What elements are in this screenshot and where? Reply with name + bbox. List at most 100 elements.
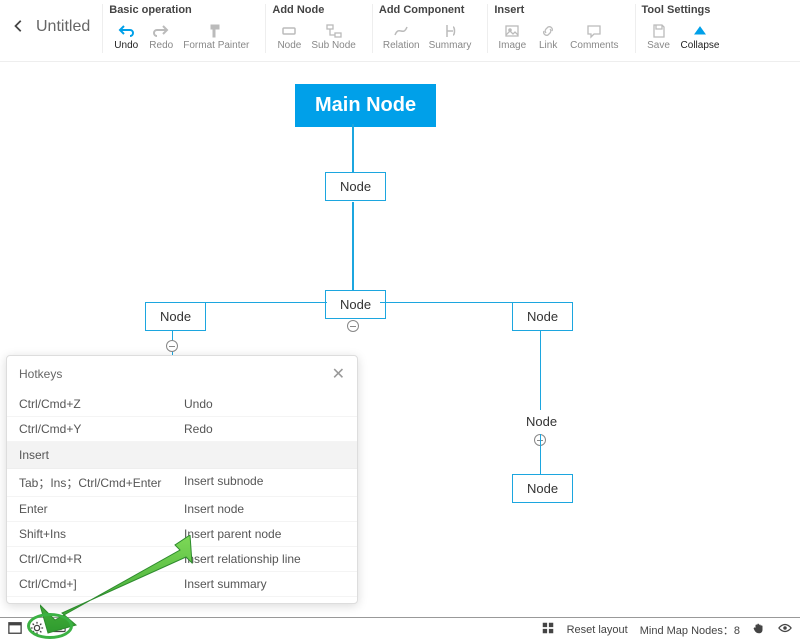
reset-layout-button[interactable]: Reset layout — [567, 624, 628, 636]
group-basic-label: Basic operation — [109, 4, 253, 20]
group-basic: Basic operation Undo Redo Format Painter — [102, 4, 259, 53]
hotkey-key: Shift+Ins — [19, 527, 184, 541]
group-tools: Tool Settings Save Collapse — [635, 4, 730, 53]
hotkey-row: Ctrl/Cmd+] Insert summary — [7, 572, 357, 597]
hotkey-key: Tab；Ins；Ctrl/Cmd+Enter — [19, 474, 184, 491]
toolbar: Untitled Basic operation Undo Redo Forma… — [0, 0, 800, 62]
undo-icon — [118, 22, 134, 40]
collapse-toggle[interactable] — [347, 320, 359, 332]
group-tools-label: Tool Settings — [642, 4, 724, 20]
hotkey-key: Ctrl/Cmd+Y — [19, 422, 184, 436]
hotkey-row: Enter Insert node — [7, 497, 357, 522]
link-icon — [540, 22, 556, 40]
subnode-icon — [326, 22, 342, 40]
redo-label: Redo — [149, 40, 173, 51]
bottom-bar: Reset layout Mind Map Nodes：8 — [0, 617, 800, 641]
hotkey-desc: Insert node — [184, 502, 244, 516]
node[interactable]: Node — [512, 302, 573, 331]
group-addcomp-label: Add Component — [379, 4, 476, 20]
hotkey-desc: Undo — [184, 397, 213, 411]
hotkey-desc: Redo — [184, 422, 213, 436]
format-painter-label: Format Painter — [183, 40, 249, 51]
hotkey-row: Ctrl/Cmd+R Insert relationship line — [7, 547, 357, 572]
nodes-label-text: Mind Map Nodes： — [640, 625, 734, 637]
group-insert: Insert Image Link Comments — [487, 4, 628, 53]
add-node-label: Node — [277, 40, 301, 51]
redo-button[interactable]: Redo — [144, 20, 178, 53]
add-subnode-label: Sub Node — [311, 40, 355, 51]
hotkey-section-insert: Insert — [7, 442, 357, 469]
hotkey-desc: Insert parent node — [184, 527, 281, 541]
title-area: Untitled — [6, 4, 96, 36]
summary-icon — [442, 22, 458, 40]
relation-button[interactable]: Relation — [379, 20, 424, 53]
hotkey-key: Ctrl/Cmd+] — [19, 577, 184, 591]
image-icon — [504, 22, 520, 40]
collapse-label: Collapse — [681, 40, 720, 51]
save-icon — [651, 22, 667, 40]
hotkey-row: Ctrl/Cmd+Z Undo — [7, 392, 357, 417]
node[interactable]: Node — [325, 172, 386, 201]
back-icon[interactable] — [12, 19, 26, 36]
hotkeys-body[interactable]: Ctrl/Cmd+Z Undo Ctrl/Cmd+Y Redo Insert T… — [7, 392, 357, 603]
summary-button[interactable]: Summary — [425, 20, 476, 53]
group-insert-label: Insert — [494, 4, 622, 20]
add-node-button[interactable]: Node — [272, 20, 306, 53]
collapse-toggle[interactable] — [166, 340, 178, 352]
hotkeys-title: Hotkeys — [19, 367, 62, 381]
redo-icon — [153, 22, 169, 40]
node-icon — [281, 22, 297, 40]
edge — [540, 330, 541, 410]
grid-icon[interactable] — [541, 621, 555, 638]
relation-icon — [393, 22, 409, 40]
relation-label: Relation — [383, 40, 420, 51]
undo-label: Undo — [114, 40, 138, 51]
nodes-count-value: 8 — [734, 625, 740, 637]
node[interactable]: Node — [325, 290, 386, 319]
hotkey-desc: Insert subnode — [184, 474, 263, 491]
group-addcomp: Add Component Relation Summary — [372, 4, 482, 53]
hotkey-row: Ctrl/Cmd+Y Redo — [7, 417, 357, 442]
highlight-circle — [27, 613, 73, 639]
hotkey-key: Ctrl/Cmd+1,2,3... — [19, 602, 184, 603]
insert-link-button[interactable]: Link — [531, 20, 565, 53]
node[interactable]: Node — [145, 302, 206, 331]
hand-icon[interactable] — [752, 621, 766, 638]
insert-link-label: Link — [539, 40, 557, 51]
collapse-icon — [692, 22, 708, 40]
node[interactable]: Node — [512, 410, 571, 433]
hotkey-key: Ctrl/Cmd+Z — [19, 397, 184, 411]
save-button[interactable]: Save — [642, 20, 676, 53]
hotkey-desc: Insert relationship line — [184, 552, 301, 566]
doc-title: Untitled — [36, 18, 90, 36]
hotkey-key: Ctrl/Cmd+R — [19, 552, 184, 566]
undo-button[interactable]: Undo — [109, 20, 143, 53]
close-icon[interactable]: ✕ — [332, 364, 345, 384]
layout-icon[interactable] — [8, 621, 22, 638]
hotkeys-panel: Hotkeys ✕ Ctrl/Cmd+Z Undo Ctrl/Cmd+Y Red… — [6, 355, 358, 604]
comment-icon — [586, 22, 602, 40]
collapse-button[interactable]: Collapse — [677, 20, 724, 53]
add-subnode-button[interactable]: Sub Node — [307, 20, 359, 53]
hotkeys-header: Hotkeys ✕ — [7, 356, 357, 392]
brush-icon — [208, 22, 224, 40]
node[interactable]: Node — [512, 474, 573, 503]
summary-label: Summary — [429, 40, 472, 51]
save-label: Save — [647, 40, 670, 51]
hotkey-desc: Insert priority icon — [184, 602, 279, 603]
insert-image-label: Image — [498, 40, 526, 51]
hotkey-desc: Insert summary — [184, 577, 267, 591]
main-node[interactable]: Main Node — [295, 84, 436, 127]
edge — [352, 124, 354, 174]
hotkey-row: Shift+Ins Insert parent node — [7, 522, 357, 547]
edge — [540, 434, 541, 474]
eye-icon[interactable] — [778, 621, 792, 638]
hotkey-row: Ctrl/Cmd+1,2,3... Insert priority icon — [7, 597, 357, 603]
insert-image-button[interactable]: Image — [494, 20, 530, 53]
edge — [352, 202, 354, 292]
format-painter-button[interactable]: Format Painter — [179, 20, 253, 53]
hotkey-key: Enter — [19, 502, 184, 516]
group-addnode-label: Add Node — [272, 4, 359, 20]
insert-comments-label: Comments — [570, 40, 618, 51]
insert-comments-button[interactable]: Comments — [566, 20, 622, 53]
